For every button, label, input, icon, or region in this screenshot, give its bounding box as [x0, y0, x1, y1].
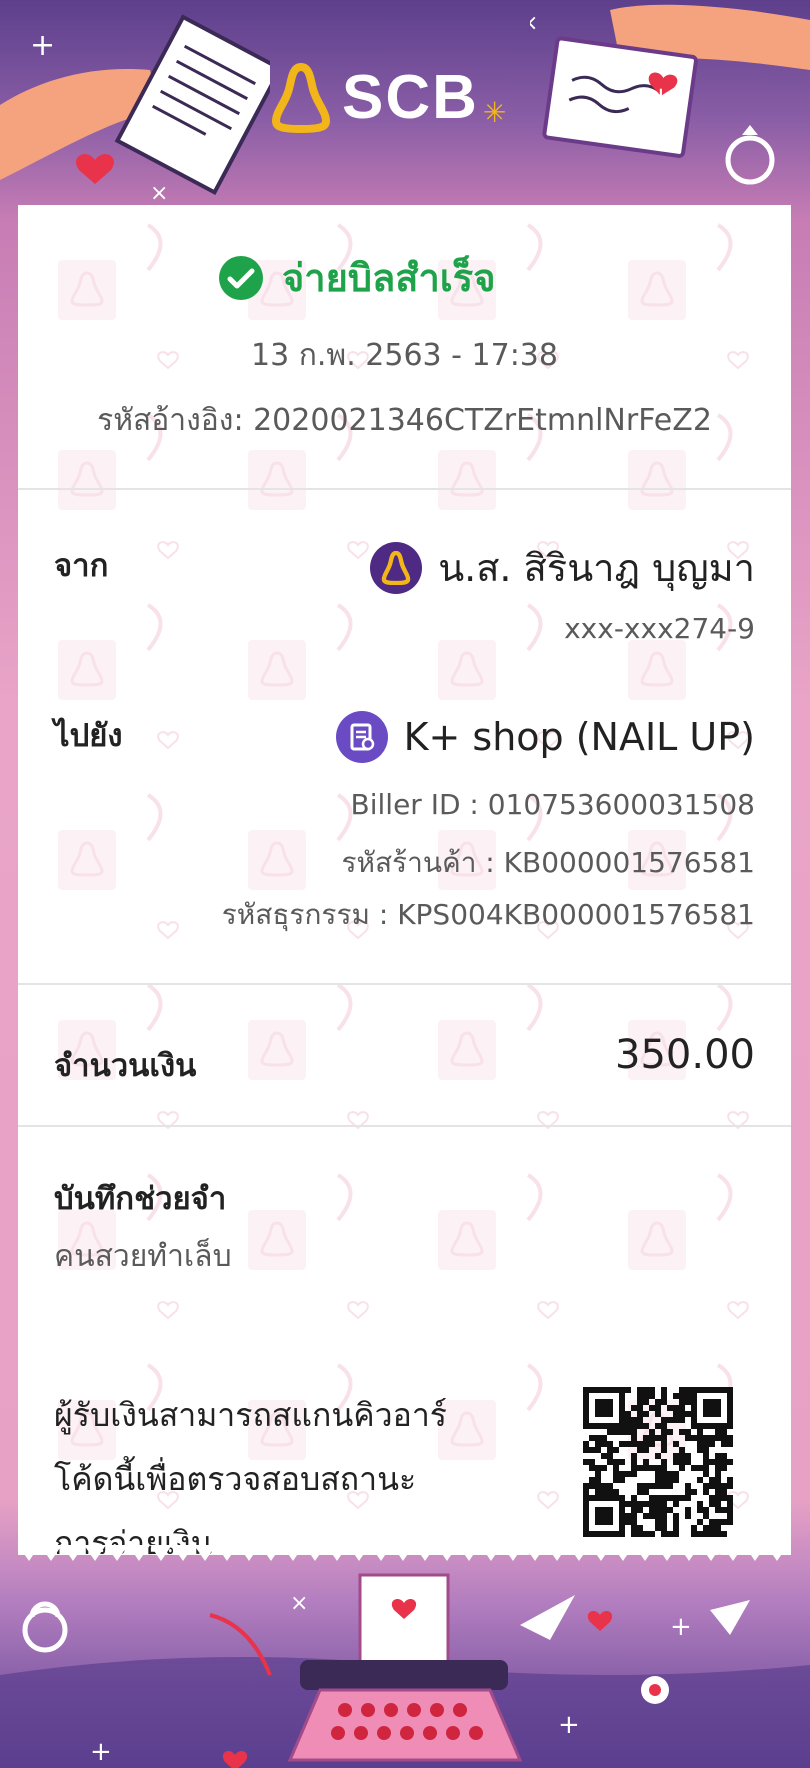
qr-note-line: โค้ดนี้เพื่อตรวจสอบสถานะ	[54, 1460, 417, 1498]
divider	[18, 1125, 791, 1127]
svg-text:+: +	[558, 1710, 580, 1740]
status-row: จ่ายบิลสำเร็จ	[218, 247, 495, 308]
svg-text:+: +	[650, 82, 672, 112]
to-label: ไปยัง	[54, 718, 123, 754]
check-circle-icon	[219, 255, 263, 300]
svg-text:×: ×	[150, 181, 168, 200]
svg-text:×: ×	[530, 11, 538, 36]
qr-code	[583, 1387, 733, 1537]
letter-illustration-left: + ×	[0, 14, 270, 200]
biller-id: Biller ID : 010753600031508	[350, 788, 755, 821]
qr-note-line: ผู้รับเงินสามารถสแกนคิวอาร์	[54, 1396, 447, 1434]
brand-name: SCB	[342, 63, 479, 132]
qr-finder-pattern	[583, 1387, 625, 1429]
reference-code: รหัสอ้างอิง: 2020021346CTZrEtmnlNrFeZ2	[97, 403, 712, 438]
qr-finder-pattern	[691, 1387, 733, 1429]
qr-verify-note: ผู้รับเงินสามารถสแกนคิวอาร์ โค้ดนี้เพื่อ…	[54, 1383, 514, 1555]
shop-code: รหัสร้านค้า : KB000001576581	[341, 846, 755, 879]
from-label: จาก	[54, 548, 109, 584]
svg-text:+: +	[30, 28, 55, 63]
sparkle-icon: ✳	[482, 96, 507, 129]
svg-text:+: +	[90, 1737, 112, 1767]
from-account-number: xxx-xxx274-9	[564, 612, 755, 645]
memo-label: บันทึกช่วยจำ	[54, 1181, 227, 1217]
amount-value: 350.00	[615, 1032, 755, 1078]
svg-text:+: +	[670, 1612, 692, 1642]
header-banner: + × × + SCB ✳	[0, 0, 810, 205]
scb-emblem-icon	[271, 62, 331, 133]
status-text: จ่ายบิลสำเร็จ	[282, 256, 496, 300]
scb-logo-icon	[370, 541, 423, 594]
amount-label: จำนวนเงิน	[54, 1048, 197, 1084]
transaction-code: รหัสธุรกรรม : KPS004KB000001576581	[221, 898, 755, 931]
envelope-illustration-right: × +	[530, 4, 810, 185]
from-name: น.ส. สิรินาฎ บุญมา	[438, 546, 755, 590]
to-name: K+ shop (NAIL UP)	[403, 715, 755, 759]
from-account-row: น.ส. สิรินาฎ บุญมา	[370, 537, 755, 598]
memo-text: คนสวยทำเล็บ	[54, 1239, 232, 1274]
receipt-card: จ่ายบิลสำเร็จ 13 ก.พ. 2563 - 17:38 รหัสอ…	[18, 205, 791, 1555]
to-biller-row: K+ shop (NAIL UP)	[335, 711, 755, 763]
typewriter-illustration: × + + +	[0, 1573, 810, 1768]
divider	[18, 983, 791, 985]
svg-text:×: ×	[290, 1591, 308, 1616]
bill-icon	[335, 711, 388, 763]
divider	[18, 488, 791, 490]
scb-logo: SCB ✳	[270, 62, 506, 133]
transaction-datetime: 13 ก.พ. 2563 - 17:38	[251, 338, 558, 373]
qr-finder-pattern	[583, 1495, 625, 1537]
